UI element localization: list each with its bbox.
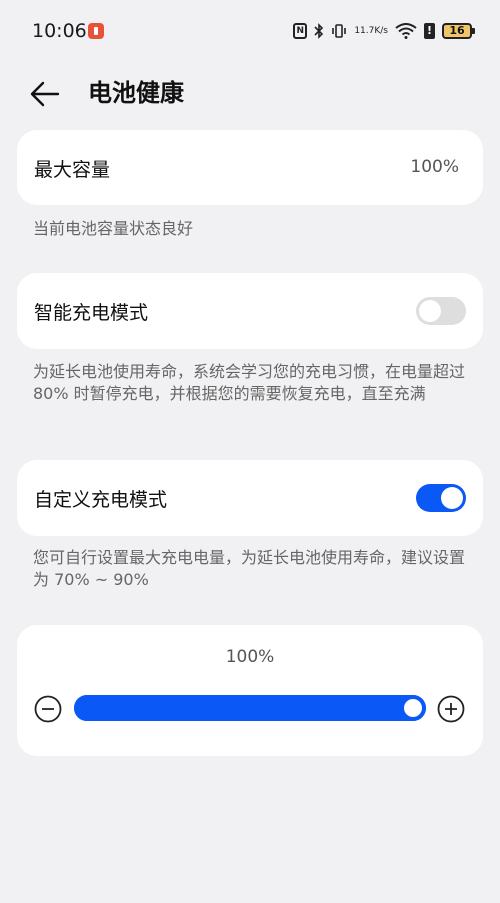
- notification-icon: [88, 23, 104, 39]
- status-icons: N 11.7 K/s ! 16: [293, 19, 475, 43]
- charge-limit-slider[interactable]: [74, 695, 426, 721]
- net-speed: 11.7 K/s: [354, 25, 388, 36]
- smart-charge-toggle[interactable]: [416, 297, 466, 325]
- charge-limit-card: 100%: [17, 625, 483, 756]
- status-time: 10:06: [32, 20, 87, 42]
- max-capacity-card: 最大容量 100%: [17, 130, 483, 205]
- decrease-button[interactable]: [34, 695, 62, 723]
- slider-fill: [74, 695, 426, 721]
- bluetooth-icon: [314, 23, 324, 39]
- max-capacity-label: 最大容量: [34, 159, 111, 181]
- smart-charge-card[interactable]: 智能充电模式: [17, 273, 483, 349]
- page-title: 电池健康: [88, 79, 184, 107]
- arrow-left-icon: [30, 81, 60, 107]
- slider-thumb[interactable]: [404, 699, 422, 717]
- page-header: 电池健康: [0, 62, 500, 126]
- toggle-knob: [441, 487, 463, 509]
- custom-charge-description: 您可自行设置最大充电电量，为延长电池使用寿命，建议设置为 70% ~ 90%: [33, 548, 466, 589]
- custom-charge-card[interactable]: 自定义充电模式: [17, 460, 483, 536]
- max-capacity-description: 当前电池容量状态良好: [33, 219, 194, 238]
- smart-charge-label: 智能充电模式: [34, 302, 149, 324]
- increase-button[interactable]: [437, 695, 465, 723]
- status-bar: 10:06 N 11.7 K/s ! 16: [0, 0, 500, 62]
- back-button[interactable]: [28, 76, 68, 112]
- plus-circle-icon: [437, 695, 465, 723]
- max-capacity-value: 100%: [410, 157, 459, 177]
- custom-charge-toggle[interactable]: [416, 484, 466, 512]
- alert-icon: !: [424, 23, 435, 39]
- minus-circle-icon: [34, 695, 62, 723]
- nfc-icon: N: [293, 23, 308, 39]
- charge-limit-value: 100%: [225, 647, 275, 667]
- custom-charge-label: 自定义充电模式: [34, 489, 168, 511]
- battery-icon: 16: [442, 23, 475, 39]
- vibrate-icon: [331, 23, 347, 39]
- toggle-knob: [419, 300, 441, 322]
- wifi-icon: [395, 23, 417, 39]
- smart-charge-description: 为延长电池使用寿命，系统会学习您的充电习惯，在电量超过 80% 时暂停充电，并根…: [33, 362, 466, 403]
